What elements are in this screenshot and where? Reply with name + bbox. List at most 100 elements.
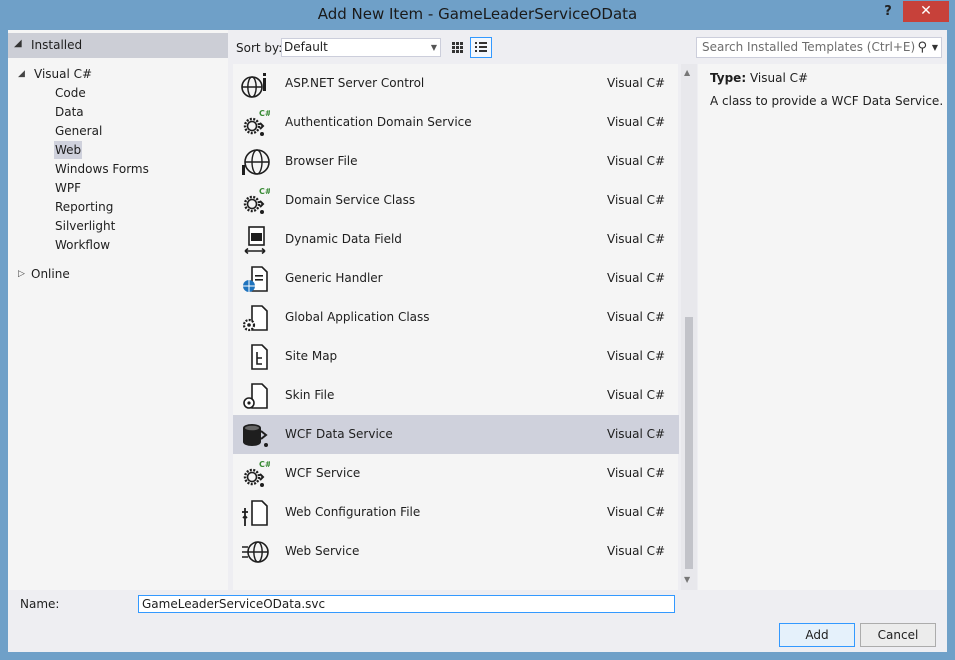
title-bar: Add New Item - GameLeaderServiceOData ? … [0, 0, 955, 30]
template-language: Visual C# [607, 76, 666, 90]
template-list: ASP.NET Server Control Visual C# C# Authent… [233, 64, 679, 590]
scroll-down-icon[interactable]: ▼ [684, 575, 690, 584]
template-language: Visual C# [607, 466, 666, 480]
template-language: Visual C# [607, 310, 666, 324]
template-row[interactable]: C# Authentication Domain Service Visual C# [233, 103, 679, 142]
tree-item-reporting[interactable]: Reporting [54, 198, 114, 216]
tree-node-visual-csharp[interactable]: ◢ Visual C# [8, 65, 228, 83]
csharp-service-icon: C# [243, 460, 270, 487]
template-row[interactable]: Web Configuration File Visual C# [233, 493, 679, 532]
help-button[interactable]: ? [878, 3, 898, 23]
svg-text:C#: C# [259, 187, 270, 196]
name-input[interactable] [138, 595, 675, 613]
template-row[interactable]: Web Service Visual C# [233, 532, 679, 571]
template-row[interactable]: Generic Handler Visual C# [233, 259, 679, 298]
tree-item-windows-forms[interactable]: Windows Forms [54, 160, 150, 178]
list-view-icon [475, 42, 487, 52]
template-name: Skin File [285, 388, 335, 402]
template-row[interactable]: Skin File Visual C# [233, 376, 679, 415]
config-file-icon [242, 500, 268, 526]
template-detail: Type: Visual C# A class to provide a WCF… [698, 64, 947, 590]
chevron-down-icon: ▼ [931, 43, 938, 52]
template-name: Dynamic Data Field [285, 232, 402, 246]
tree-item-silverlight[interactable]: Silverlight [54, 217, 116, 235]
tree-node-label: Online [31, 267, 70, 281]
tree-item-data[interactable]: Data [54, 103, 85, 121]
details-view-button[interactable] [470, 37, 492, 58]
globe-settings-icon [241, 73, 266, 98]
csharp-service-icon: C# [243, 109, 270, 136]
close-button[interactable]: ✕ [903, 1, 949, 22]
skin-file-icon [243, 383, 268, 409]
template-row[interactable]: Browser File Visual C# [233, 142, 679, 181]
search-icon: ⚲ [917, 40, 927, 55]
template-language: Visual C# [607, 427, 666, 441]
add-button[interactable]: Add [779, 623, 855, 647]
template-tree: ◢ Installed ◢ Visual C# ▷ Online Code Dat… [8, 30, 228, 590]
template-row[interactable]: WCF Data Service Visual C# [233, 415, 679, 454]
template-name: Authentication Domain Service [285, 115, 472, 129]
template-row[interactable]: C# Domain Service Class Visual C# [233, 181, 679, 220]
expanded-arrow-icon: ◢ [18, 69, 25, 79]
gear-file-icon [242, 305, 268, 332]
add-new-item-dialog: Add New Item - GameLeaderServiceOData ? … [0, 0, 955, 660]
detail-description: A class to provide a WCF Data Service. [710, 94, 944, 108]
template-name: Site Map [285, 349, 338, 363]
tree-item-web[interactable]: Web [54, 141, 83, 159]
csharp-service-icon: C# [243, 187, 270, 214]
tree-installed-label: Installed [31, 38, 83, 52]
scroll-up-icon[interactable]: ▲ [684, 68, 690, 77]
tree-item-wpf[interactable]: WPF [54, 179, 82, 197]
template-name: Web Service [285, 544, 360, 558]
template-language: Visual C# [607, 388, 666, 402]
chevron-down-icon: ▼ [430, 43, 437, 52]
template-language: Visual C# [607, 154, 666, 168]
tree-node-label: Visual C# [34, 67, 93, 81]
template-name: ASP.NET Server Control [285, 76, 425, 90]
dialog-client: ◢ Installed ◢ Visual C# ▷ Online Code Dat… [8, 30, 947, 652]
template-language: Visual C# [607, 271, 666, 285]
template-row[interactable]: Global Application Class Visual C# [233, 298, 679, 337]
database-service-icon [243, 424, 268, 447]
name-label: Name: [20, 597, 60, 611]
tree-item-workflow[interactable]: Workflow [54, 236, 111, 254]
medium-icons-view-button[interactable] [446, 37, 468, 58]
globe-file-icon [242, 149, 270, 175]
svg-text:C#: C# [259, 460, 270, 469]
sort-by-select[interactable]: Default ▼ [281, 38, 441, 57]
search-placeholder: Search Installed Templates (Ctrl+E) [702, 40, 916, 54]
detail-type: Type: Visual C# [710, 71, 808, 85]
cancel-button[interactable]: Cancel [860, 623, 936, 647]
template-name: WCF Service [285, 466, 361, 480]
template-name: Web Configuration File [285, 505, 421, 519]
template-language: Visual C# [607, 505, 666, 519]
template-language: Visual C# [607, 115, 666, 129]
detail-type-label: Type: [710, 71, 747, 85]
template-name: WCF Data Service [285, 427, 393, 441]
tree-item-general[interactable]: General [54, 122, 103, 140]
grid-view-icon [452, 42, 463, 53]
tree-node-online[interactable]: ▷ Online [8, 265, 228, 283]
template-row[interactable]: Site Map Visual C# [233, 337, 679, 376]
scroll-thumb[interactable] [685, 317, 693, 569]
window-title: Add New Item - GameLeaderServiceOData [317, 5, 638, 23]
sitemap-icon [251, 344, 268, 370]
template-row[interactable]: Dynamic Data Field Visual C# [233, 220, 679, 259]
collapsed-arrow-icon: ▷ [18, 269, 25, 279]
template-language: Visual C# [607, 232, 666, 246]
svg-text:C#: C# [259, 109, 270, 118]
template-language: Visual C# [607, 193, 666, 207]
tree-installed-header[interactable]: ◢ Installed [8, 33, 228, 58]
handler-icon [243, 266, 268, 292]
template-list-scrollbar[interactable]: ▲ ▼ [681, 64, 697, 590]
sort-by-value: Default [284, 40, 328, 54]
search-templates-input[interactable]: Search Installed Templates (Ctrl+E) ⚲ ▼ [696, 37, 942, 58]
template-language: Visual C# [607, 544, 666, 558]
template-row[interactable]: C# WCF Service Visual C# [233, 454, 679, 493]
template-name: Global Application Class [285, 310, 430, 324]
template-name: Generic Handler [285, 271, 383, 285]
detail-type-value: Visual C# [749, 71, 809, 85]
template-row[interactable]: ASP.NET Server Control Visual C# [233, 64, 679, 103]
expanded-arrow-icon: ◢ [14, 38, 22, 49]
tree-item-code[interactable]: Code [54, 84, 87, 102]
